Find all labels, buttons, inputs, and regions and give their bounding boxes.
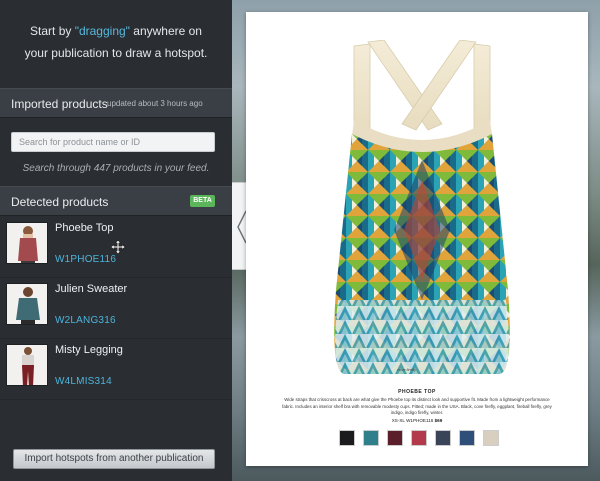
swatch: [411, 430, 427, 446]
color-caption: cove firefly: [397, 367, 417, 372]
search-note: Search through 447 products in your feed…: [22, 163, 210, 174]
product-name: Phoebe Top: [55, 222, 114, 234]
hotspot-sidebar: Start by "dragging" anywhere on your pub…: [0, 0, 232, 481]
price: $69: [434, 418, 443, 423]
hint-highlight: "dragging": [74, 24, 130, 38]
beta-badge: BETA: [190, 195, 215, 207]
imported-updated-text: updated about 3 hours ago: [107, 99, 203, 108]
product-image-phoebe-top: [334, 40, 510, 374]
move-cursor-icon: [111, 240, 125, 254]
detected-products-header: Detected products BETA: [0, 186, 232, 216]
import-hotspots-button[interactable]: Import hotspots from another publication: [13, 449, 215, 469]
product-sku: W4LMIS314: [55, 376, 112, 387]
color-swatches: [339, 430, 499, 446]
hint-text-1: Start by: [30, 24, 75, 38]
product-name: Misty Legging: [55, 344, 123, 356]
swatch: [459, 430, 475, 446]
publication-page[interactable]: cove firefly PHOEBE TOP Wide straps that…: [246, 12, 588, 466]
publication-product-description: Wide straps that crisscross at back are …: [282, 397, 552, 415]
swatch: [435, 430, 451, 446]
detected-products-title: Detected products: [11, 195, 109, 209]
swatch: [387, 430, 403, 446]
product-thumbnail: [6, 283, 48, 325]
product-search-input[interactable]: [11, 132, 215, 152]
swatch: [339, 430, 355, 446]
publication-product-title: PHOEBE TOP: [398, 389, 436, 395]
product-sku: W1PHOE116: [55, 254, 117, 265]
imported-products-title: Imported products: [11, 97, 108, 111]
product-item-julien-sweater[interactable]: Julien Sweater W2LANG316: [0, 278, 232, 339]
product-item-misty-legging[interactable]: Misty Legging W4LMIS314: [0, 339, 232, 400]
swatch: [363, 430, 379, 446]
publication-price-line: XS-XL W1PHOE116 $69: [246, 418, 588, 423]
hint-text-2: anywhere on: [129, 24, 202, 38]
hint-text-3: your publication to draw a hotspot.: [24, 46, 208, 60]
product-sku: W2LANG316: [55, 315, 116, 326]
sizes-sku: XS-XL W1PHOE116: [391, 418, 434, 423]
imported-products-header: Imported products updated about 3 hours …: [0, 88, 232, 118]
product-name: Julien Sweater: [55, 283, 128, 295]
product-thumbnail: [6, 344, 48, 386]
swatch: [483, 430, 499, 446]
drag-hint: Start by "dragging" anywhere on your pub…: [0, 20, 232, 64]
product-thumbnail: [6, 222, 48, 264]
